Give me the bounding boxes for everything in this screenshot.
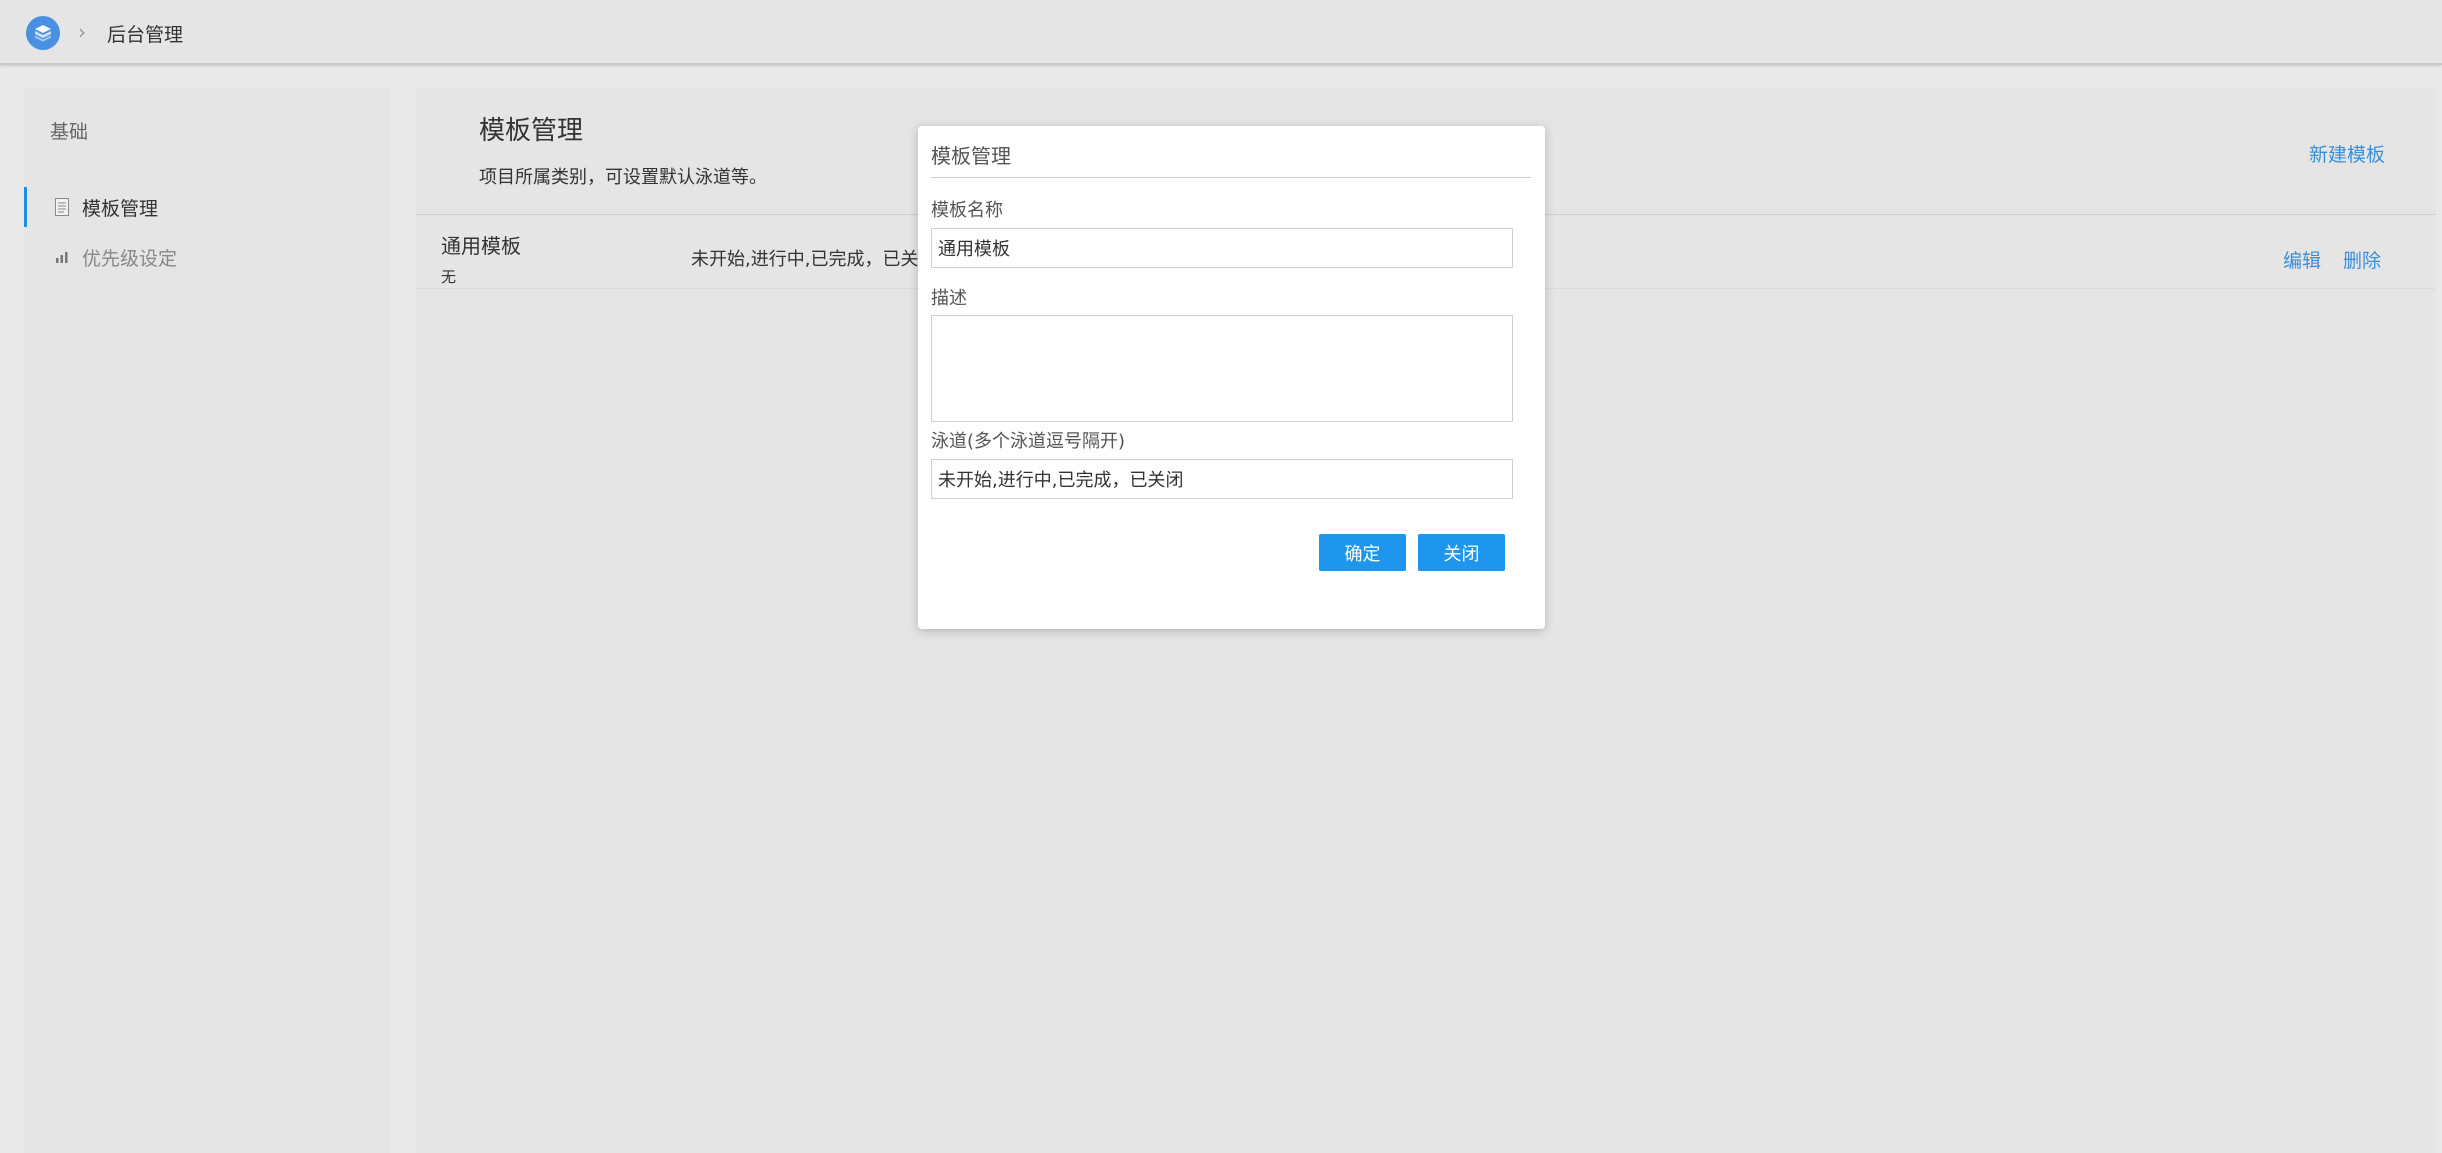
page-description: 项目所属类别，可设置默认泳道等。 <box>479 167 767 188</box>
sidebar-group-label: 基础 <box>50 121 89 143</box>
breadcrumb-title[interactable]: 后台管理 <box>107 20 183 47</box>
description-textarea[interactable] <box>931 315 1513 422</box>
active-indicator <box>24 187 27 227</box>
close-button[interactable]: 关闭 <box>1418 534 1505 571</box>
template-name-input[interactable] <box>931 228 1513 268</box>
modal-divider <box>931 177 1531 178</box>
cube-logo-icon[interactable] <box>26 16 60 50</box>
new-template-link[interactable]: 新建模板 <box>2309 140 2385 167</box>
page-title: 模板管理 <box>479 116 584 146</box>
sidebar-item-label: 模板管理 <box>82 197 159 220</box>
sidebar-item-label: 优先级设定 <box>82 247 178 270</box>
template-name: 通用模板 <box>441 234 521 258</box>
breadcrumb-chevron-icon: › <box>78 20 86 44</box>
document-icon <box>54 197 70 217</box>
sidebar-item-template-management[interactable]: 模板管理 <box>24 187 391 227</box>
lanes-label: 泳道(多个泳道逗号隔开) <box>931 431 1126 452</box>
template-description: 无 <box>441 268 457 286</box>
lanes-input[interactable] <box>931 459 1513 499</box>
top-bar: › 后台管理 <box>0 0 2442 65</box>
modal-title: 模板管理 <box>931 144 1011 168</box>
delete-link[interactable]: 删除 <box>2343 246 2381 273</box>
template-modal: 模板管理 模板名称 描述 泳道(多个泳道逗号隔开) 确定 关闭 <box>918 126 1545 629</box>
bar-chart-icon <box>54 247 70 267</box>
sidebar: 基础 模板管理 优先级设定 <box>24 88 391 1153</box>
confirm-button[interactable]: 确定 <box>1319 534 1406 571</box>
sidebar-item-priority-settings[interactable]: 优先级设定 <box>24 237 391 277</box>
template-name-label: 模板名称 <box>931 200 1003 221</box>
template-lanes: 未开始,进行中,已完成，已关闭 <box>691 249 937 270</box>
description-label: 描述 <box>931 288 967 309</box>
edit-link[interactable]: 编辑 <box>2283 246 2321 273</box>
